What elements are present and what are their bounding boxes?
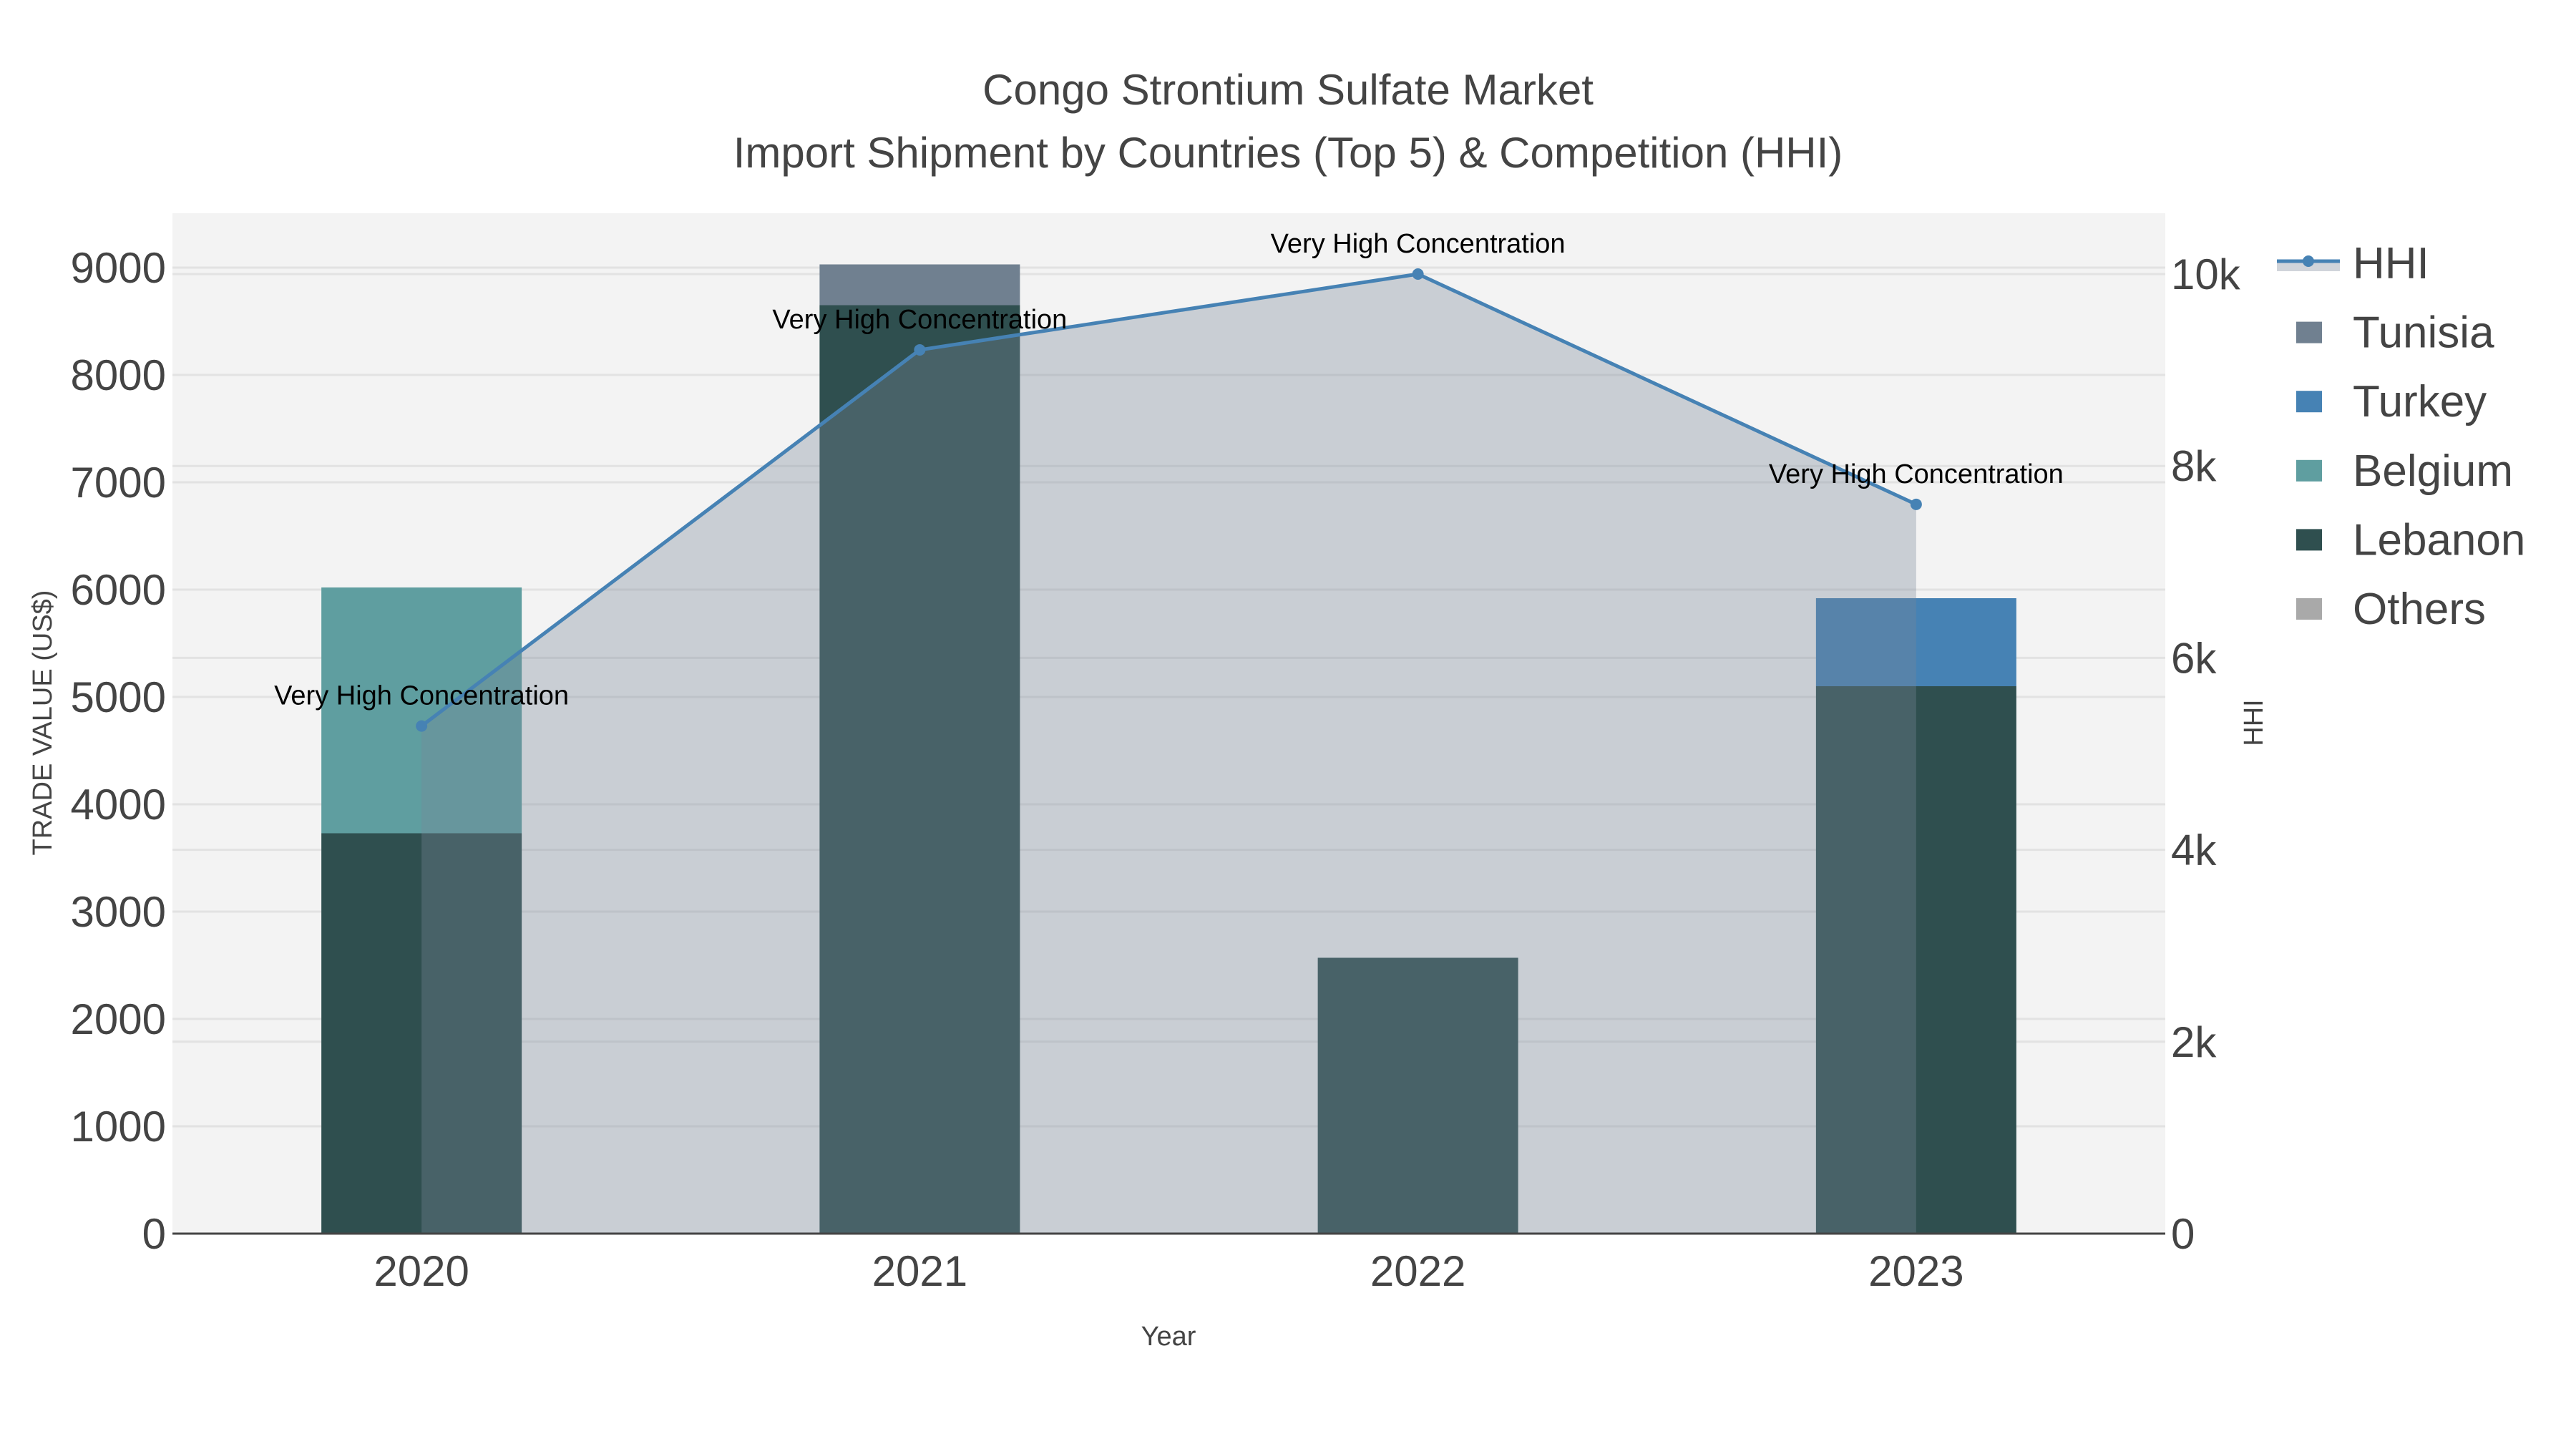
hhi-marker-2021 bbox=[914, 343, 926, 356]
legend-swatch-icon bbox=[2296, 529, 2322, 551]
y-tick-label: 8000 bbox=[71, 351, 166, 399]
legend-item-tunisia: Tunisia bbox=[2296, 308, 2494, 358]
x-tick-label: 2020 bbox=[374, 1247, 469, 1295]
hhi-annotation: Very High Concentration bbox=[274, 681, 569, 711]
legend-item-others: Others bbox=[2296, 585, 2486, 634]
hhi-marker-2023 bbox=[1910, 498, 1922, 510]
legend-swatch-icon bbox=[2296, 459, 2322, 482]
hhi-annotation: Very High Concentration bbox=[1271, 229, 1566, 259]
legend-label: Lebanon bbox=[2353, 515, 2525, 565]
legend-label: HHI bbox=[2353, 239, 2429, 288]
legend-item-lebanon: Lebanon bbox=[2296, 515, 2525, 565]
y-tick-label: 2000 bbox=[71, 995, 166, 1043]
legend-label: Belgium bbox=[2353, 447, 2513, 496]
chart: Very High Concentration Very High Concent… bbox=[28, 66, 2525, 1352]
hhi-marker-2022 bbox=[1412, 268, 1424, 280]
y-tick-label: 4000 bbox=[71, 781, 166, 829]
hhi-annotation: Very High Concentration bbox=[1769, 459, 2064, 489]
legend-item-turkey: Turkey bbox=[2296, 377, 2487, 426]
chart-subtitle: Import Shipment by Countries (Top 5) & C… bbox=[733, 129, 1843, 177]
x-tick-label: 2021 bbox=[872, 1247, 967, 1295]
legend-label: Tunisia bbox=[2353, 308, 2494, 358]
y-tick-label: 7000 bbox=[71, 459, 166, 507]
x-tick-label: 2022 bbox=[1370, 1247, 1465, 1295]
y-tick-label: 9000 bbox=[71, 244, 166, 292]
y2-tick-label: 10k bbox=[2171, 250, 2241, 298]
x-tick-label: 2023 bbox=[1868, 1247, 1963, 1295]
legend-item-hhi: HHI bbox=[2277, 239, 2429, 288]
legend-label: Others bbox=[2353, 585, 2486, 634]
legend-swatch-icon bbox=[2296, 391, 2322, 413]
bar-tunisia-2021 bbox=[819, 264, 1020, 306]
legend: HHI Tunisia Turkey Belgium Lebanon Others bbox=[2277, 239, 2525, 634]
x-axis-title: Year bbox=[1141, 1322, 1196, 1352]
y2-tick-label: 0 bbox=[2171, 1210, 2195, 1258]
legend-item-belgium: Belgium bbox=[2296, 447, 2513, 496]
chart-title: Congo Strontium Sulfate Market bbox=[982, 66, 1594, 114]
y2-tick-label: 2k bbox=[2171, 1018, 2217, 1066]
legend-swatch-icon bbox=[2296, 321, 2322, 343]
y-tick-label: 3000 bbox=[71, 888, 166, 936]
legend-hhi-marker-icon bbox=[2303, 255, 2314, 267]
y-tick-label: 5000 bbox=[71, 673, 166, 721]
hhi-marker-2020 bbox=[416, 720, 428, 732]
y2-axis-title: HHI bbox=[2239, 699, 2269, 746]
y2-tick-label: 6k bbox=[2171, 634, 2217, 682]
y-tick-label: 6000 bbox=[71, 566, 166, 614]
legend-label: Turkey bbox=[2353, 377, 2487, 426]
hhi-annotation: Very High Concentration bbox=[772, 305, 1067, 335]
legend-swatch-icon bbox=[2296, 598, 2322, 620]
y-axis-title: TRADE VALUE (US$) bbox=[28, 590, 58, 856]
y2-tick-label: 8k bbox=[2171, 442, 2217, 490]
y-tick-label: 0 bbox=[142, 1210, 166, 1258]
y-tick-label: 1000 bbox=[71, 1103, 166, 1151]
y2-tick-label: 4k bbox=[2171, 826, 2217, 874]
